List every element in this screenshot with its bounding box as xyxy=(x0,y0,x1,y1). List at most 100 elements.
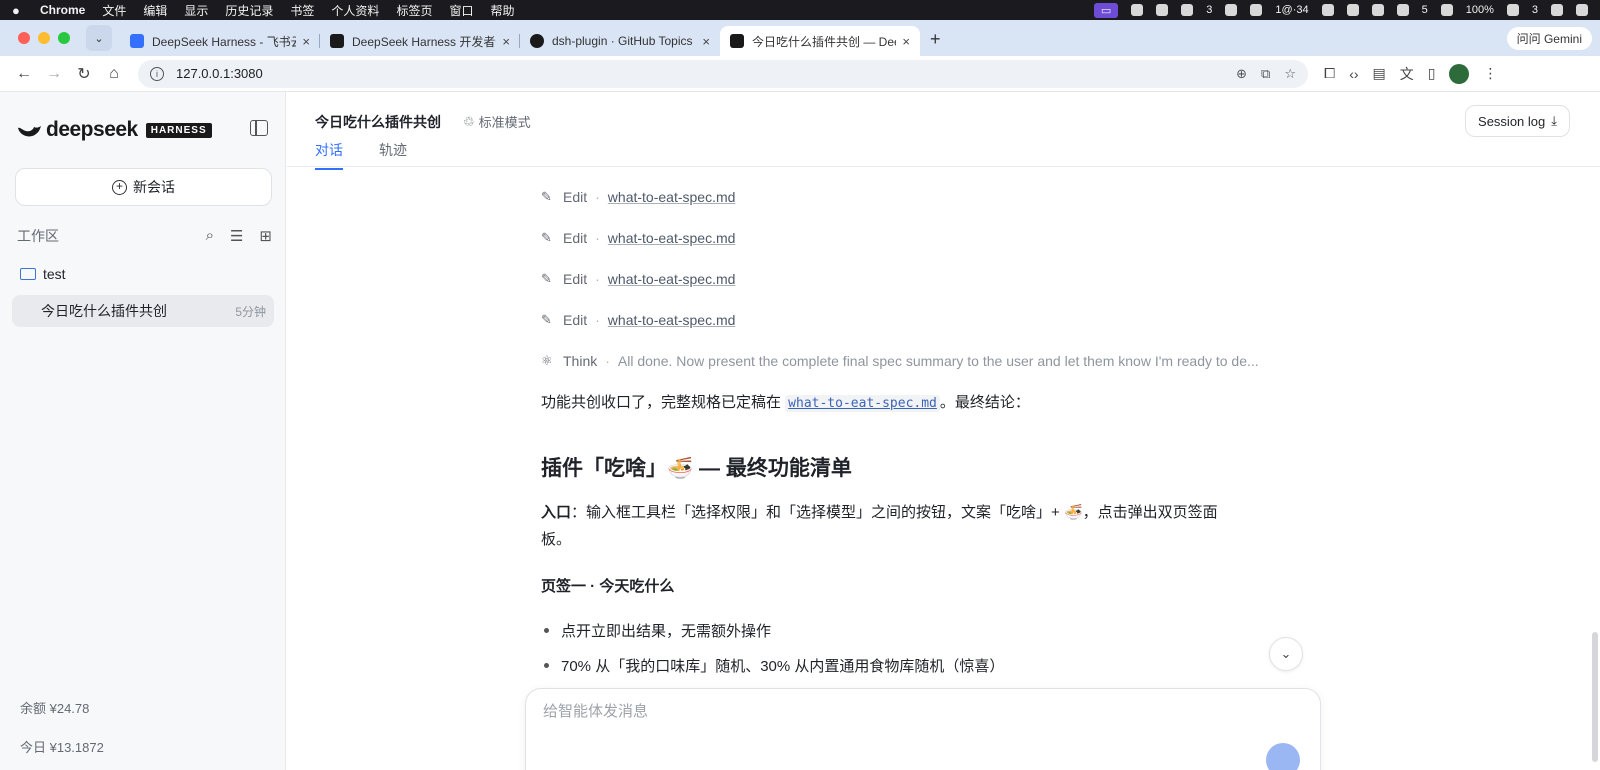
gemini-button[interactable]: 问问 Gemini xyxy=(1506,27,1592,50)
tool-call-row[interactable]: ✎ Edit · what-to-eat-spec.md xyxy=(541,271,735,287)
window-controls xyxy=(0,32,82,56)
address-bar[interactable]: i 127.0.0.1:3080 ⊕ ⧉ ☆ xyxy=(138,59,1308,88)
tool-file-link[interactable]: what-to-eat-spec.md xyxy=(608,230,736,246)
split-view-icon[interactable]: ▯ xyxy=(1428,65,1436,82)
status-icon[interactable] xyxy=(1131,4,1144,16)
close-tab-icon[interactable]: × xyxy=(302,34,310,49)
tab-trace[interactable]: 轨迹 xyxy=(379,140,407,170)
brand-logo[interactable]: deepseek HARNESS xyxy=(16,118,212,142)
back-arrow-icon[interactable]: ← xyxy=(10,60,38,88)
menu-window[interactable]: 窗口 xyxy=(449,2,473,19)
zoom-icon[interactable]: ⊕ xyxy=(1236,66,1247,82)
menu-app-name[interactable]: Chrome xyxy=(40,3,85,17)
mode-indicator[interactable]: ♲ 标准模式 xyxy=(463,112,531,131)
mic-icon[interactable] xyxy=(1156,4,1169,16)
url-text[interactable]: 127.0.0.1:3080 xyxy=(176,66,263,81)
session-log-label: Session log xyxy=(1478,113,1546,129)
pencil-icon: ✎ xyxy=(541,230,552,245)
tool-call-row[interactable]: ✎ Edit · what-to-eat-spec.md xyxy=(541,230,735,246)
wifi-icon[interactable] xyxy=(1551,4,1563,16)
status-count: 3 xyxy=(1531,4,1538,16)
status-count: 1@·34 xyxy=(1275,4,1309,16)
tool-file-link[interactable]: what-to-eat-spec.md xyxy=(608,312,736,328)
browser-tab[interactable]: DeepSeek Harness 开发者预览 × xyxy=(320,26,520,56)
menu-view[interactable]: 显示 xyxy=(184,2,208,19)
forward-arrow-icon[interactable]: → xyxy=(40,60,68,88)
apple-icon[interactable]: ● xyxy=(12,3,26,18)
reader-icon[interactable]: ▤ xyxy=(1373,65,1386,82)
extensions-icon[interactable]: ⧠ xyxy=(1324,65,1335,82)
zoom-window-button[interactable] xyxy=(58,32,70,44)
workspace-folder[interactable]: test xyxy=(20,266,66,282)
spec-file-link[interactable]: what-to-eat-spec.md xyxy=(785,395,940,412)
menu-history[interactable]: 历史记录 xyxy=(225,2,273,19)
bookmark-star-icon[interactable]: ☆ xyxy=(1284,66,1296,82)
doc-icon xyxy=(130,34,144,48)
browser-tab[interactable]: DeepSeek Harness - 飞书云文档 × xyxy=(120,26,320,56)
message-input[interactable] xyxy=(543,703,1243,720)
menu-help[interactable]: 帮助 xyxy=(490,2,514,19)
close-tab-icon[interactable]: × xyxy=(702,34,710,49)
scroll-to-bottom-button[interactable]: ⌄ xyxy=(1269,637,1303,671)
message-composer xyxy=(525,688,1321,770)
menu-tabs[interactable]: 标签页 xyxy=(396,2,432,19)
new-tab-button[interactable]: + xyxy=(930,29,941,50)
app-icon[interactable] xyxy=(1371,4,1384,16)
code-icon[interactable]: ‹› xyxy=(1349,66,1358,82)
minimize-window-button[interactable] xyxy=(38,32,50,44)
app-icon[interactable] xyxy=(1346,4,1359,16)
scrollbar-thumb[interactable] xyxy=(1592,632,1598,762)
close-window-button[interactable] xyxy=(18,32,30,44)
tool-call-row[interactable]: ✎ Edit · what-to-eat-spec.md xyxy=(541,189,735,205)
reload-icon[interactable]: ↻ xyxy=(70,60,98,88)
more-menu-icon[interactable]: ⋮ xyxy=(1483,65,1497,82)
tool-file-link[interactable]: what-to-eat-spec.md xyxy=(608,271,736,287)
new-chat-button[interactable]: + 新会话 xyxy=(15,168,272,206)
workspace-tools: ⌕ ☰ ⊞ xyxy=(206,227,272,245)
separator-dot: · xyxy=(605,353,610,369)
tab-search-button[interactable]: ⌄ xyxy=(86,25,112,51)
tab-conversation[interactable]: 对话 xyxy=(315,140,343,170)
status-count: 3 xyxy=(1206,4,1213,16)
site-info-icon[interactable]: i xyxy=(150,66,164,81)
grid-icon[interactable] xyxy=(1181,4,1194,16)
omnibox-actions: ⊕ ⧉ ☆ xyxy=(1236,66,1296,82)
app-icon[interactable] xyxy=(1396,4,1409,16)
app-icon[interactable] xyxy=(1250,4,1263,16)
menu-file[interactable]: 文件 xyxy=(102,2,126,19)
battery-icon[interactable] xyxy=(1506,4,1519,16)
profile-avatar[interactable] xyxy=(1449,63,1470,84)
menu-bookmarks[interactable]: 书签 xyxy=(290,2,314,19)
tool-file-link[interactable]: what-to-eat-spec.md xyxy=(608,189,736,205)
think-action: Think xyxy=(563,353,598,369)
home-icon[interactable]: ⌂ xyxy=(100,60,128,88)
session-log-button[interactable]: Session log ⤓ xyxy=(1465,105,1570,137)
close-tab-icon[interactable]: × xyxy=(502,34,510,49)
menu-profile[interactable]: 个人资料 xyxy=(331,2,379,19)
search-icon[interactable]: ⌕ xyxy=(206,227,214,245)
app-icon[interactable] xyxy=(1225,4,1238,16)
separator-dot: · xyxy=(595,312,600,328)
screen-record-icon[interactable]: ▭ xyxy=(1093,2,1119,18)
tool-call-row[interactable]: ✎ Edit · what-to-eat-spec.md xyxy=(541,312,735,328)
play-icon[interactable] xyxy=(1440,4,1453,16)
bullet xyxy=(544,663,549,668)
close-tab-icon[interactable]: × xyxy=(902,34,910,49)
session-item-active[interactable]: 今日吃什么插件共创 5分钟 xyxy=(12,295,274,327)
pencil-icon: ✎ xyxy=(541,271,552,286)
app-icon[interactable] xyxy=(1321,4,1334,16)
browser-tab[interactable]: dsh-plugin · GitHub Topics × xyxy=(520,26,720,56)
translate-icon[interactable]: 文 xyxy=(1400,64,1414,84)
browser-tab-active[interactable]: 今日吃什么插件共创 — DeepSeek × xyxy=(720,26,920,56)
filter-sliders-icon[interactable]: ☰ xyxy=(230,227,243,245)
tool-action: Edit xyxy=(563,271,588,287)
send-button[interactable] xyxy=(1266,743,1300,770)
menu-edit[interactable]: 编辑 xyxy=(143,2,167,19)
workspace-header: 工作区 ⌕ ☰ ⊞ xyxy=(17,226,272,246)
install-app-icon[interactable]: ⧉ xyxy=(1261,66,1270,82)
chat-header: 今日吃什么插件共创 ♲ 标准模式 对话 轨迹 Session log ⤓ xyxy=(287,92,1600,170)
think-row[interactable]: ⚛ Think · All done. Now present the comp… xyxy=(541,353,1259,369)
sidebar-toggle-icon[interactable] xyxy=(250,120,268,136)
new-folder-icon[interactable]: ⊞ xyxy=(259,227,272,245)
control-center-icon[interactable] xyxy=(1576,4,1588,16)
